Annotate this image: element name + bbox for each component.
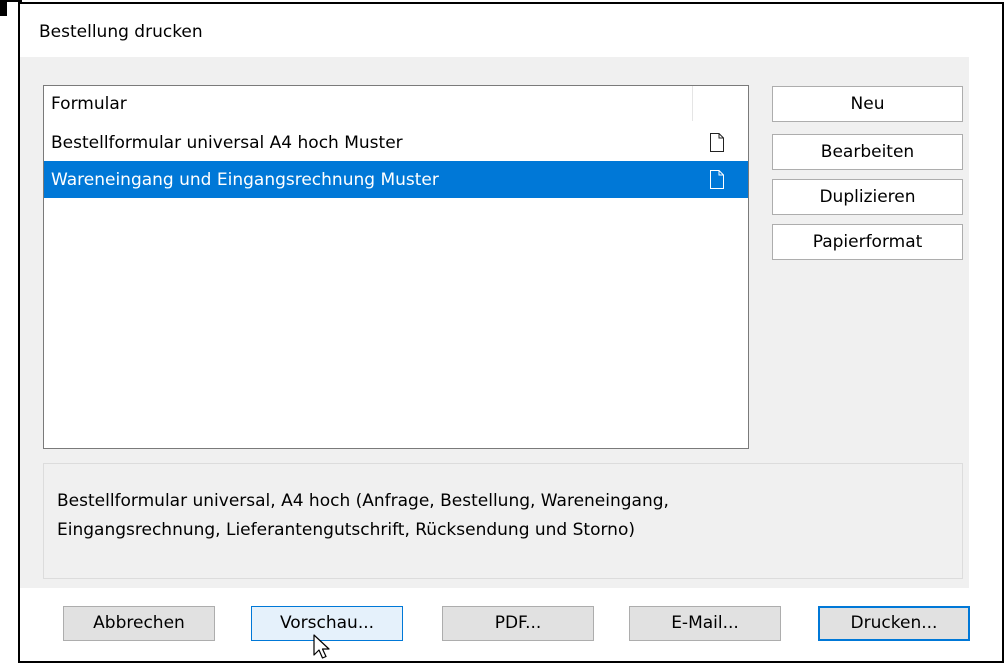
duplicate-button[interactable]: Duplizieren xyxy=(772,179,963,215)
column-header-formular[interactable]: Formular xyxy=(51,93,127,115)
document-icon xyxy=(710,133,724,152)
cancel-button[interactable]: Abbrechen xyxy=(63,606,215,641)
list-item[interactable]: Bestellformular universal A4 hoch Muster xyxy=(44,124,748,161)
column-divider[interactable] xyxy=(692,86,693,121)
screen: Bestellung drucken Formular Bestellformu… xyxy=(0,0,1008,665)
print-button[interactable]: Drucken... xyxy=(818,606,970,641)
pdf-button[interactable]: PDF... xyxy=(442,606,594,641)
form-list[interactable]: Formular Bestellformular universal A4 ho… xyxy=(43,85,749,449)
new-button[interactable]: Neu xyxy=(772,86,963,122)
list-item-label: Wareneingang und Eingangsrechnung Muster xyxy=(51,170,439,190)
paper-format-button[interactable]: Papierformat xyxy=(772,224,963,260)
form-description-box: Bestellformular universal, A4 hoch (Anfr… xyxy=(43,463,963,579)
list-header: Formular xyxy=(44,86,748,121)
list-item-label: Bestellformular universal A4 hoch Muster xyxy=(51,133,403,153)
description-line-2: Eingangsrechnung, Lieferantengutschrift,… xyxy=(57,520,635,540)
background-window-edge-left xyxy=(0,0,7,16)
dialog-title: Bestellung drucken xyxy=(39,22,203,42)
email-button[interactable]: E-Mail... xyxy=(629,606,781,641)
list-item-selected[interactable]: Wareneingang und Eingangsrechnung Muster xyxy=(44,161,748,198)
description-line-1: Bestellformular universal, A4 hoch (Anfr… xyxy=(57,491,669,511)
mouse-cursor-icon xyxy=(313,634,330,659)
document-icon xyxy=(710,170,724,189)
edit-button[interactable]: Bearbeiten xyxy=(772,134,963,170)
form-description: Bestellformular universal, A4 hoch (Anfr… xyxy=(57,487,937,545)
